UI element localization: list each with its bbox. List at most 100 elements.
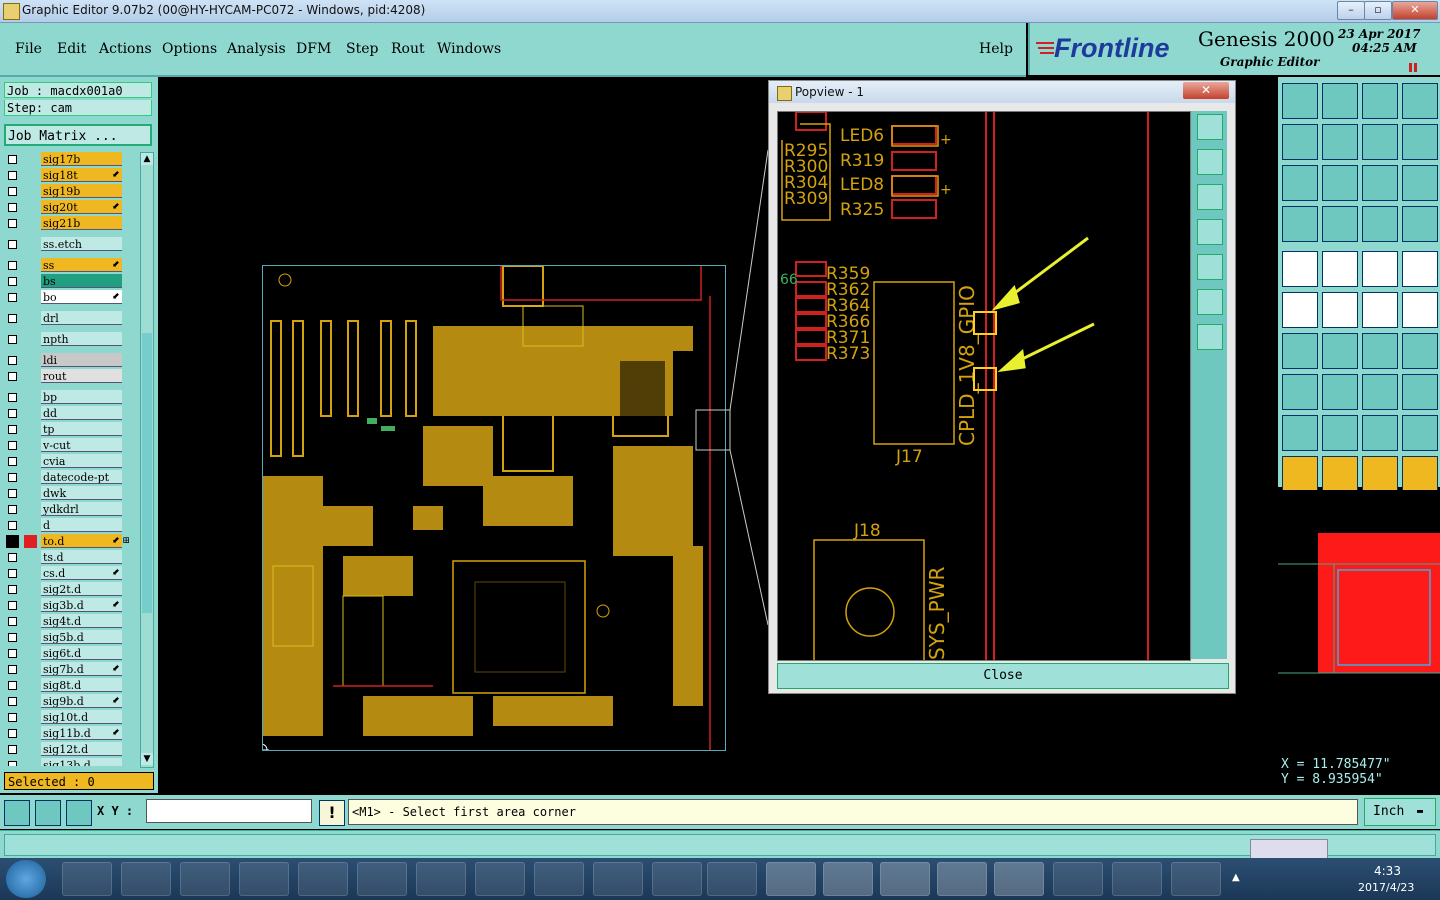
start-button-icon[interactable]	[6, 860, 46, 898]
split-tool-icon[interactable]	[1322, 374, 1358, 410]
layer-checkbox[interactable]	[8, 713, 17, 722]
layer-name[interactable]: dwk	[41, 486, 122, 500]
swap-view-icon[interactable]	[1362, 124, 1398, 160]
undo-view-icon[interactable]	[1402, 124, 1438, 160]
layer-row[interactable]: ydkdrl	[4, 502, 140, 517]
layer-name[interactable]: rout	[41, 369, 122, 383]
layer-checkbox[interactable]	[8, 761, 17, 766]
layer-name[interactable]: drl	[41, 311, 122, 325]
fit-view-icon[interactable]	[1282, 165, 1318, 201]
layer-name[interactable]: bs	[41, 274, 122, 288]
layer-row[interactable]: sig5b.d	[4, 630, 140, 645]
move-right-icon[interactable]	[1322, 124, 1358, 160]
xy-input[interactable]	[146, 799, 312, 823]
measure-c-icon[interactable]	[1402, 415, 1438, 451]
taskbar-app-2-icon[interactable]	[121, 862, 171, 896]
layer-name[interactable]: datecode-pt	[41, 470, 122, 484]
layer-row[interactable]: dd	[4, 406, 140, 421]
layer-checkbox[interactable]	[8, 425, 17, 434]
layer-checkbox[interactable]	[8, 171, 17, 180]
layer-name[interactable]: d	[41, 518, 122, 532]
layer-checkbox[interactable]	[8, 393, 17, 402]
feature-select-icon[interactable]	[1282, 251, 1318, 287]
layer-name[interactable]: sig6t.d	[41, 646, 122, 660]
home-view-icon[interactable]	[1362, 83, 1398, 119]
layer-checkbox[interactable]	[8, 569, 17, 578]
vector-draw-icon[interactable]	[1322, 251, 1358, 287]
layer-name[interactable]: bp	[41, 390, 122, 404]
layer-checkbox[interactable]	[8, 293, 17, 302]
angle-tool-icon[interactable]	[1282, 333, 1318, 369]
layer-name[interactable]: cs.d	[41, 566, 122, 580]
layer-checkbox[interactable]	[8, 335, 17, 344]
layer-checkbox[interactable]	[8, 553, 17, 562]
layer-name[interactable]: tp	[41, 422, 122, 436]
layer-checkbox[interactable]	[8, 521, 17, 530]
layer-name[interactable]: ts.d	[41, 550, 122, 564]
layer-checkbox[interactable]	[8, 187, 17, 196]
popview-pan-up-icon[interactable]	[1197, 149, 1223, 175]
layer-checkbox[interactable]	[8, 473, 17, 482]
layer-row[interactable]: d	[4, 518, 140, 533]
measure-icon[interactable]	[1282, 206, 1318, 242]
minimize-button[interactable]: –	[1337, 1, 1365, 20]
layer-name[interactable]: sig10t.d	[41, 710, 122, 724]
layer-row[interactable]: sig2t.d	[4, 582, 140, 597]
display-red-b-icon[interactable]	[1402, 206, 1438, 242]
layer-name[interactable]: sig7b.d	[41, 662, 122, 676]
layer-checkbox[interactable]	[8, 585, 17, 594]
scale-1-2-icon[interactable]	[1362, 165, 1398, 201]
measure-a-icon[interactable]	[1322, 415, 1358, 451]
menu-dfm[interactable]: DFM	[296, 41, 331, 57]
layer-checkbox[interactable]	[8, 240, 17, 249]
layer-name[interactable]: ldi	[41, 353, 122, 367]
layer-row[interactable]: datecode-pt	[4, 470, 140, 485]
grid-toggle-icon[interactable]	[1322, 206, 1358, 242]
layer-name[interactable]: to.d	[41, 534, 122, 548]
layer-checkbox[interactable]	[8, 261, 17, 270]
popview-pan-right-icon[interactable]	[1197, 254, 1223, 280]
taskbar-app-3-icon[interactable]	[180, 862, 230, 896]
layer-name[interactable]: sig11b.d	[41, 726, 122, 740]
ruler-icon[interactable]	[1362, 251, 1398, 287]
popview-canvas[interactable]: R295 R300 R304 R309 LED6 R319 LED8 R325 …	[777, 111, 1191, 661]
taskbar-app-18-icon[interactable]	[1053, 862, 1103, 896]
taskbar-app-6-icon[interactable]	[357, 862, 407, 896]
layer-row[interactable]: npth	[4, 332, 140, 347]
group-tool-icon[interactable]	[1402, 374, 1438, 410]
layer-row[interactable]: ss.etch	[4, 237, 140, 252]
layer-scrollbar[interactable]: ▲ ▼	[140, 152, 154, 768]
alert-icon[interactable]: !	[319, 800, 345, 826]
layer-active-checkbox[interactable]	[6, 535, 19, 548]
line-tool-icon[interactable]	[1322, 333, 1358, 369]
layer-row[interactable]: sig12t.d	[4, 742, 140, 757]
menu-rout[interactable]: Rout	[391, 41, 425, 57]
scroll-down-arrow-icon[interactable]: ▼	[141, 753, 153, 765]
layer-row[interactable]: sig10t.d	[4, 710, 140, 725]
menu-windows[interactable]: Windows	[437, 41, 501, 57]
display-red-icon[interactable]	[1362, 206, 1398, 242]
grid-icon[interactable]	[66, 800, 92, 826]
taskbar-app-10-icon[interactable]	[593, 862, 643, 896]
layer-name[interactable]: sig8t.d	[41, 678, 122, 692]
arrow-snap-icon[interactable]	[1362, 292, 1398, 328]
round-pad-icon[interactable]	[1402, 251, 1438, 287]
popview-zoom-in-icon[interactable]	[1197, 289, 1223, 315]
popview-pan-left-icon[interactable]	[1197, 219, 1223, 245]
layer-name[interactable]: sig20t	[41, 200, 122, 214]
layer-checkbox[interactable]	[8, 441, 17, 450]
layer-name[interactable]: v-cut	[41, 438, 122, 452]
layer-name[interactable]: bo	[41, 290, 122, 304]
cross-snap-icon[interactable]	[1322, 292, 1358, 328]
taskbar-app-5-icon[interactable]	[298, 862, 348, 896]
units-select[interactable]: Inch ▬	[1364, 798, 1436, 826]
layer-row[interactable]: ss ⬋	[4, 258, 140, 273]
layer-checkbox[interactable]	[8, 505, 17, 514]
open-job-icon[interactable]	[1282, 83, 1318, 119]
layer-row[interactable]: dwk	[4, 486, 140, 501]
layer-row[interactable]: sig18t ⬋	[4, 168, 140, 183]
layer-row[interactable]: cvia	[4, 454, 140, 469]
layer-row[interactable]: sig6t.d	[4, 646, 140, 661]
popview-close-button[interactable]: Close	[777, 663, 1229, 689]
layer-checkbox[interactable]	[8, 649, 17, 658]
